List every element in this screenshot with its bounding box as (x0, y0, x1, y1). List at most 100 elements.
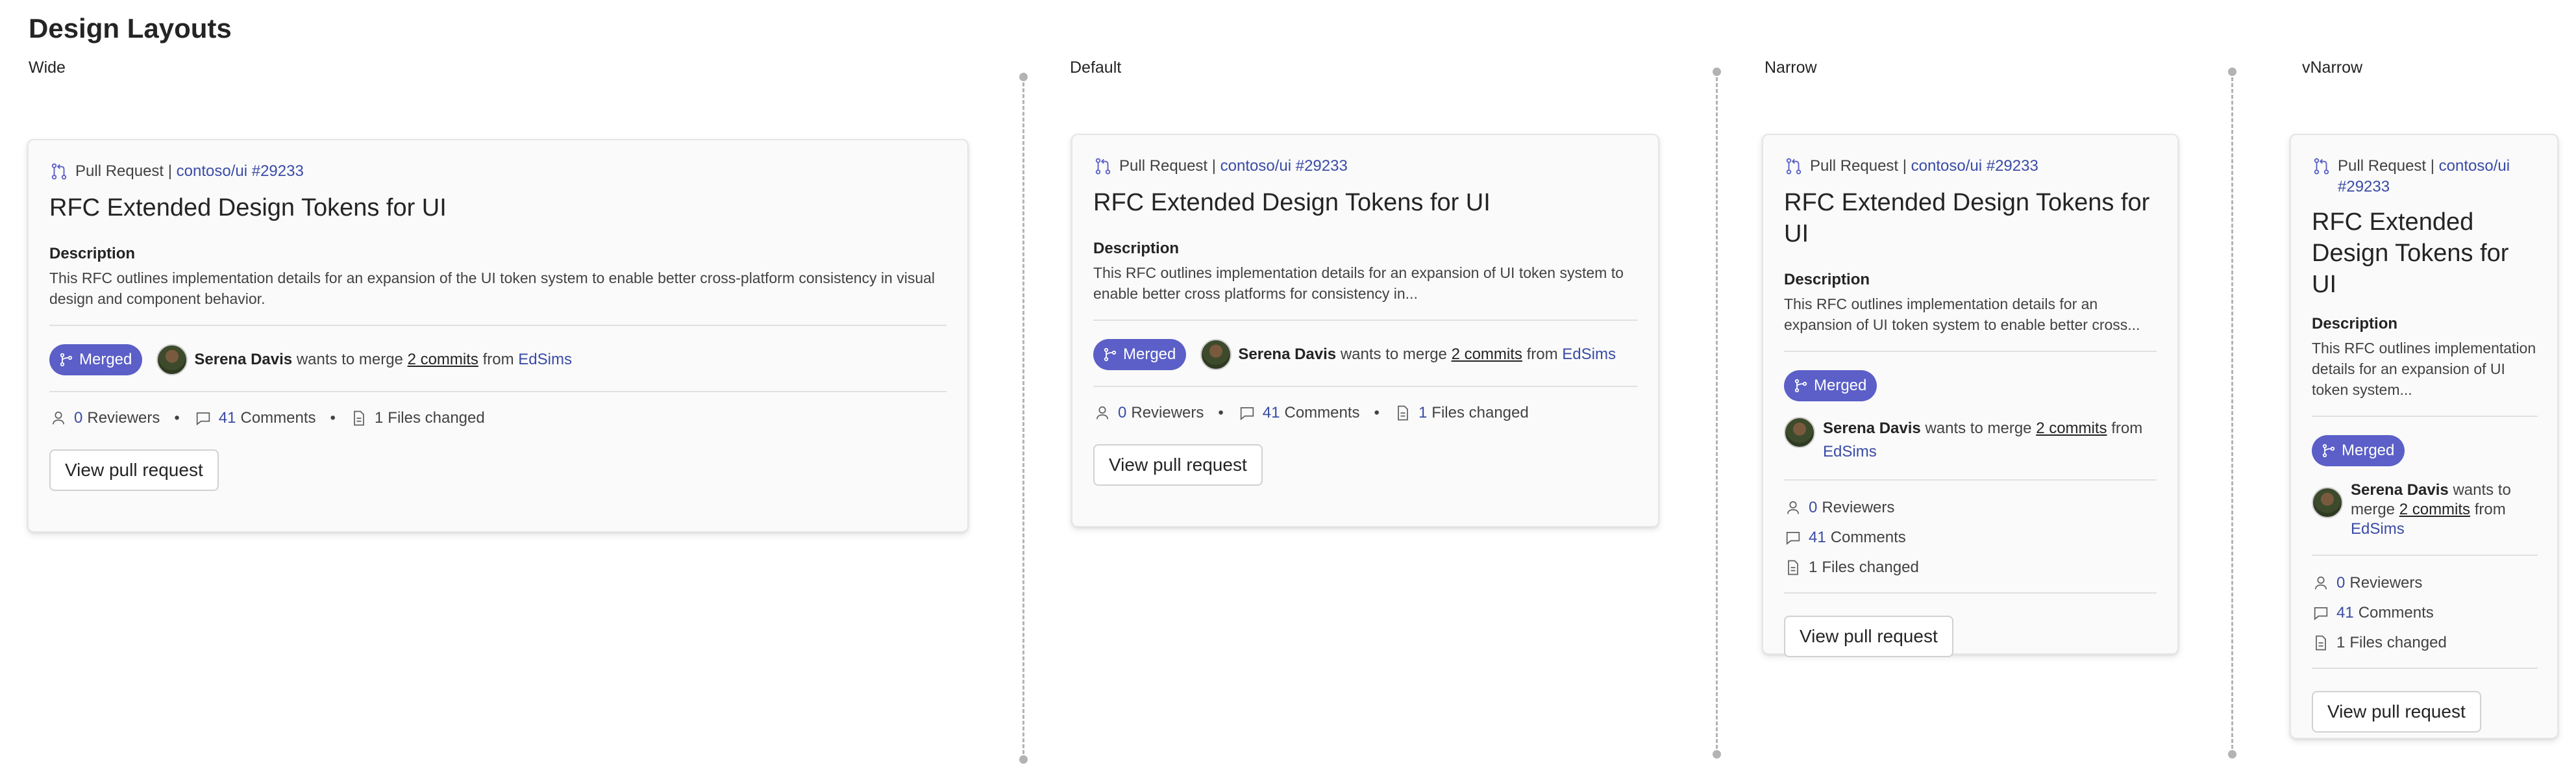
reviewers-count[interactable]: 0 (2336, 574, 2345, 592)
merge-icon (1104, 347, 1117, 362)
comment-icon (1786, 531, 1800, 546)
pr-card-vnarrow: Pull Request | contoso/ui #29233 RFC Ext… (2290, 134, 2558, 739)
merge-verb: wants to merge (1340, 345, 1447, 363)
divider (2312, 668, 2538, 669)
author-name: Serena Davis (194, 351, 293, 368)
commits-link[interactable]: 2 commits (408, 351, 478, 368)
pr-card-narrow: Pull Request | contoso/ui #29233 RFC Ext… (1762, 134, 2179, 657)
files-count: 1 (1809, 558, 1818, 576)
files-count: 1 (374, 409, 384, 427)
person-icon (52, 411, 65, 425)
repo-link[interactable]: contoso/ui #29233 (1220, 156, 1348, 177)
divider (1784, 351, 2157, 352)
files-label: Files changed (388, 409, 485, 427)
description-label: Description (1784, 271, 1870, 288)
separator-dot: • (1374, 404, 1380, 421)
column-label-default: Default (1070, 58, 1122, 77)
stats-list: 0 Reviewers 41 Comments 1 Files changed (2312, 562, 2538, 652)
branch-link[interactable]: EdSims (1823, 443, 1877, 460)
files-label: Files changed (1431, 404, 1529, 421)
author-name: Serena Davis (1823, 420, 1921, 437)
card-type-label: Pull Request | (2338, 157, 2434, 175)
view-pull-request-button[interactable]: View pull request (1093, 444, 1263, 486)
badge-label: Merged (2342, 442, 2395, 459)
divider (1093, 320, 1637, 321)
pull-request-icon (2314, 158, 2329, 175)
merge-row: Serena Davis wants to merge 2 commits fr… (1784, 417, 2157, 464)
separator-dot: • (1218, 404, 1224, 421)
stats-row: 0 Reviewers • 41 Comments • 1 Files changed (49, 409, 947, 427)
from-label: from (2474, 501, 2506, 518)
card-title: RFC Extended Design Tokens for UI (1093, 189, 1491, 216)
merge-text: Serena Davis wants to merge 2 commits fr… (1823, 417, 2157, 464)
column-label-wide: Wide (29, 58, 66, 77)
branch-link[interactable]: EdSims (2351, 520, 2405, 538)
description-label: Description (49, 245, 136, 262)
comments-stat: 41 Comments (1784, 529, 2157, 547)
comments-count[interactable]: 41 (1263, 404, 1280, 422)
column-label-narrow: Narrow (1765, 58, 1817, 77)
card-header: Pull Request | contoso/ui #29233 (1784, 156, 2157, 177)
comment-icon (1240, 407, 1254, 421)
document-icon (354, 410, 364, 426)
description-text: This RFC outlines implementation details… (2312, 340, 2536, 398)
avatar (2312, 487, 2343, 518)
card-title: RFC Extended Design Tokens for UI (2312, 208, 2509, 298)
commits-link[interactable]: 2 commits (2036, 420, 2107, 437)
branch-link[interactable]: EdSims (1562, 345, 1616, 363)
reviewers-label: Reviewers (1131, 404, 1204, 421)
merged-badge: Merged (2312, 435, 2405, 466)
files-stat: 1 Files changed (1784, 558, 2157, 577)
card-header: Pull Request | contoso/ui #29233 (49, 161, 947, 182)
card-header: Pull Request | contoso/ui #29233 (1093, 156, 1637, 177)
comment-icon (196, 412, 210, 426)
branch-link[interactable]: EdSims (518, 351, 572, 368)
commits-link[interactable]: 2 commits (1452, 345, 1522, 363)
view-pull-request-button[interactable]: View pull request (1784, 616, 1953, 657)
reviewers-count[interactable]: 0 (1809, 499, 1817, 517)
merge-verb: wants to merge (1925, 420, 2032, 437)
person-icon (2314, 576, 2327, 590)
merge-row: Serena Davis wants to merge 2 commits fr… (2312, 481, 2538, 539)
person-icon (1787, 501, 1800, 514)
separator-dot: • (330, 409, 336, 427)
avatar (1784, 417, 1815, 448)
divider (49, 391, 947, 392)
merge-text: Serena Davis wants to merge 2 commits fr… (1238, 345, 1616, 364)
files-label: Files changed (2349, 634, 2447, 651)
files-stat: 1 Files changed (350, 409, 485, 427)
reviewers-stat: 0 Reviewers (1784, 499, 2157, 517)
files-stat: 1 Files changed (2312, 634, 2538, 652)
divider (1093, 386, 1637, 387)
pull-request-icon (1786, 158, 1802, 175)
comments-count[interactable]: 41 (219, 409, 236, 427)
description-text: This RFC outlines implementation details… (1093, 264, 1624, 302)
comments-count[interactable]: 41 (1809, 529, 1826, 547)
divider (1784, 479, 2157, 481)
column-divider (1019, 73, 1028, 764)
files-count: 1 (2336, 634, 2346, 651)
description-text: This RFC outlines implementation details… (49, 270, 935, 307)
reviewers-label: Reviewers (1822, 499, 1895, 516)
files-label: Files changed (1822, 558, 1919, 576)
card-title: RFC Extended Design Tokens for UI (49, 194, 447, 221)
repo-link[interactable]: contoso/ui #29233 (177, 161, 304, 182)
merged-badge: Merged (1093, 339, 1187, 370)
comments-label: Comments (2358, 604, 2434, 621)
pr-card-default: Pull Request | contoso/ui #29233 RFC Ext… (1071, 134, 1659, 527)
view-pull-request-button[interactable]: View pull request (49, 449, 219, 491)
files-count[interactable]: 1 (1418, 404, 1427, 422)
pull-request-icon (1095, 158, 1111, 175)
comments-count[interactable]: 41 (2336, 604, 2354, 622)
card-type-label: Pull Request | (1810, 157, 1907, 175)
divider (49, 325, 947, 326)
view-pull-request-button[interactable]: View pull request (2312, 691, 2481, 733)
reviewers-count[interactable]: 0 (74, 409, 82, 427)
files-stat: 1 Files changed (1394, 404, 1529, 422)
commits-link[interactable]: 2 commits (2399, 501, 2470, 518)
reviewers-count[interactable]: 0 (1118, 404, 1126, 422)
avatar (156, 344, 188, 375)
column-divider (2228, 68, 2236, 759)
repo-link[interactable]: contoso/ui #29233 (1911, 156, 2038, 177)
author-name: Serena Davis (2351, 481, 2449, 499)
